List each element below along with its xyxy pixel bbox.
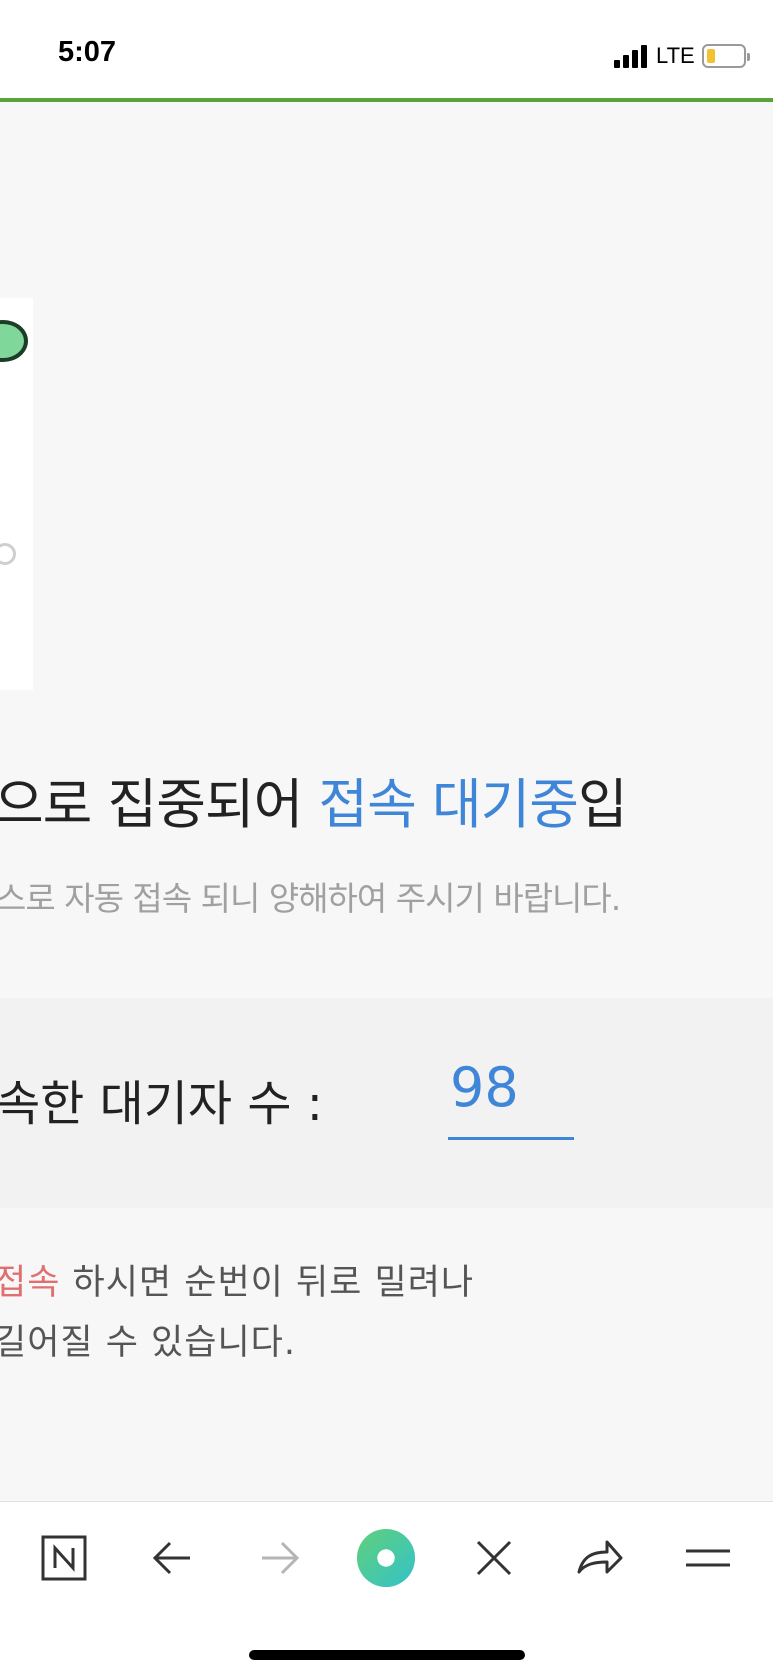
green-dot-icon[interactable]	[356, 1528, 416, 1588]
notice-line-2: 길어질 수 있습니다.	[0, 1323, 296, 1363]
notice-accent: 접속	[0, 1263, 61, 1303]
signal-icon	[614, 44, 648, 68]
green-dot-graphic	[0, 320, 28, 362]
menu-icon[interactable]	[678, 1528, 738, 1588]
back-arrow-icon[interactable]	[142, 1528, 202, 1588]
home-indicator[interactable]	[249, 1650, 525, 1660]
grey-dot-graphic	[0, 543, 16, 565]
waiting-count-label: 속한 대기자 수 :	[0, 1076, 323, 1132]
forward-arrow-icon[interactable]	[250, 1528, 310, 1588]
share-icon[interactable]	[570, 1528, 630, 1588]
battery-icon	[702, 44, 750, 68]
waiting-count-value: 98	[448, 1056, 574, 1140]
naver-n-icon[interactable]	[34, 1528, 94, 1588]
network-type: LTE	[656, 43, 695, 68]
notice-line-1: 접속 하시면 순번이 뒤로 밀려나	[0, 1254, 474, 1305]
status-time: 5:07	[58, 36, 117, 68]
close-icon[interactable]	[464, 1528, 524, 1588]
browser-toolbar	[0, 1501, 773, 1674]
waiting-illustration	[0, 298, 33, 690]
waiting-count-section: 속한 대기자 수 : 98	[0, 998, 773, 1208]
waiting-subline: 스로 자동 접속 되니 양해하여 주시기 바랍니다.	[0, 879, 621, 918]
waiting-headline: 으로 집중되어 접속 대기중입	[0, 773, 628, 836]
waiting-status-accent: 접속 대기중	[318, 773, 579, 836]
status-bar: 5:07 LTE	[0, 0, 773, 102]
